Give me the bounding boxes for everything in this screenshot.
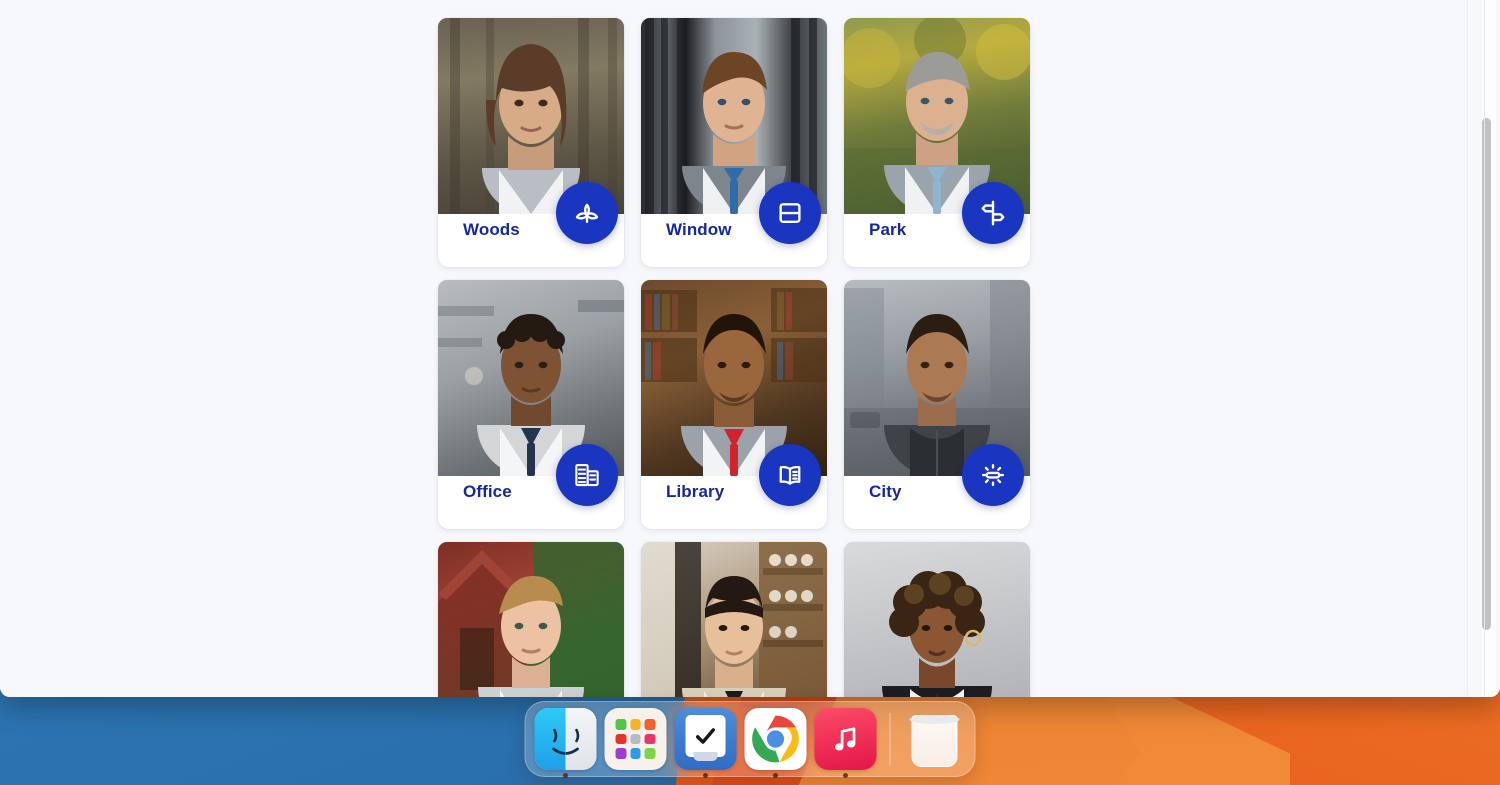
card-label: Window <box>666 220 732 239</box>
card-woods[interactable]: Woods <box>438 18 624 267</box>
signpost-icon[interactable] <box>962 182 1024 244</box>
dock-running-dot <box>563 773 568 778</box>
card-photo <box>438 542 624 697</box>
browser-window: Woods Window Park Office Library City <box>0 0 1500 697</box>
checkmark-app-icon <box>674 708 737 770</box>
portrait-illustration <box>882 571 992 697</box>
dock-item-notes[interactable] <box>674 708 737 778</box>
portrait-man-house <box>438 542 624 697</box>
dock-running-dot <box>843 773 848 778</box>
portrait-illustration <box>438 542 624 697</box>
dock-item-finder[interactable] <box>534 708 597 778</box>
portrait-card-grid: Woods Window Park Office Library City <box>438 18 1031 697</box>
dock-item-trash[interactable] <box>904 708 966 770</box>
window-icon[interactable] <box>759 182 821 244</box>
card-label: Woods <box>463 220 520 239</box>
card-studio[interactable] <box>844 542 1030 697</box>
card-label: Library <box>666 482 725 501</box>
window-inner-edge <box>1467 0 1468 697</box>
card-city[interactable]: City <box>844 280 1030 529</box>
finder-icon <box>534 708 597 770</box>
dock-item-music[interactable] <box>814 708 877 778</box>
dock-item-launchpad[interactable] <box>604 708 667 770</box>
card-photo <box>641 542 827 697</box>
trash-icon <box>904 708 966 770</box>
card-window[interactable]: Window <box>641 18 827 267</box>
macos-dock <box>524 701 976 778</box>
music-note-icon <box>814 708 877 770</box>
dock-running-dot <box>703 773 708 778</box>
portrait-woman-shelf <box>641 542 827 697</box>
launchpad-icon <box>604 708 667 770</box>
dock-item-chrome[interactable] <box>744 708 807 778</box>
chrome-icon <box>744 708 807 770</box>
card-label: Office <box>463 482 512 501</box>
page-content: Woods Window Park Office Library City <box>0 0 1500 697</box>
card-shelf[interactable] <box>641 542 827 697</box>
building-icon[interactable] <box>556 444 618 506</box>
window-outer-edge <box>1484 0 1485 697</box>
card-photo <box>844 542 1030 697</box>
card-label: City <box>869 482 902 501</box>
dock-running-dot <box>773 773 778 778</box>
dock-separator <box>889 713 891 765</box>
plant-icon[interactable] <box>556 182 618 244</box>
card-park[interactable]: Park <box>844 18 1030 267</box>
portrait-woman-studio <box>844 542 1030 697</box>
open-book-icon[interactable] <box>759 444 821 506</box>
portrait-illustration <box>641 542 827 697</box>
card-library[interactable]: Library <box>641 280 827 529</box>
card-office[interactable]: Office <box>438 280 624 529</box>
card-house[interactable] <box>438 542 624 697</box>
card-label: Park <box>869 220 907 239</box>
sun-icon[interactable] <box>962 444 1024 506</box>
